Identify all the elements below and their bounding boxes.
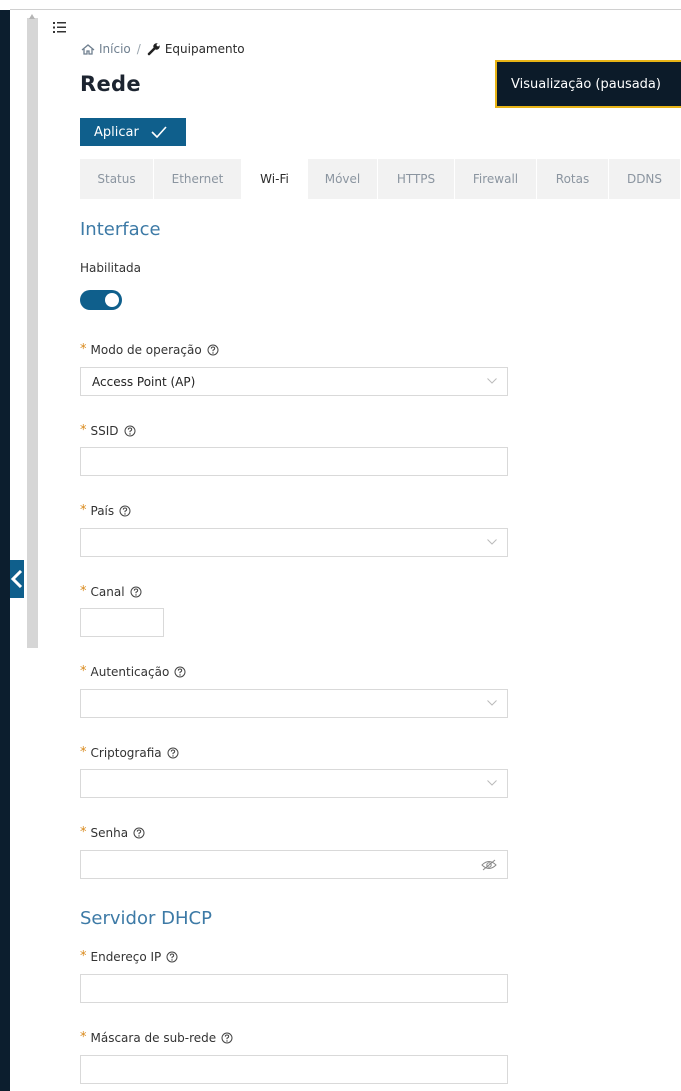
password-label-text: Senha [90,825,129,840]
mask-label: * Máscara de sub-rede [80,1030,233,1045]
help-icon[interactable] [221,1032,233,1044]
mode-select-value: Access Point (AP) [92,374,196,389]
required-marker: * [80,664,87,679]
tab-https[interactable]: HTTPS [378,159,455,199]
country-label-text: País [90,503,115,518]
auth-label: * Autenticação [80,664,186,679]
channel-label-text: Canal [90,584,125,599]
tab-label: Status [97,172,136,186]
required-marker: * [80,503,87,518]
password-label: * Senha [80,825,145,840]
ssid-label: * SSID [80,423,136,438]
chevron-left-icon [11,570,23,588]
preview-status-banner: Visualização (pausada) [495,60,681,108]
breadcrumb: Início / Equipamento [81,42,245,56]
chevron-down-icon [487,780,497,786]
help-icon[interactable] [174,666,186,678]
country-select[interactable] [80,528,508,557]
help-icon[interactable] [166,951,178,963]
apply-button-label: Aplicar [94,124,139,140]
tab-status[interactable]: Status [80,159,154,199]
chevron-down-icon [487,378,497,384]
preview-status-text: Visualização (pausada) [511,76,661,92]
country-label: * País [80,503,131,518]
wrench-icon [147,43,160,56]
enabled-toggle[interactable] [80,290,122,310]
tab-label: Ethernet [171,172,224,186]
tab-label: Móvel [324,172,361,186]
ip-label-text: Endereço IP [90,949,162,964]
tab-rotas[interactable]: Rotas [537,159,609,199]
check-icon [151,126,167,138]
crypto-select[interactable] [80,769,508,798]
crypto-label: * Criptografia [80,745,179,760]
chevron-down-icon [487,539,497,545]
required-marker: * [80,949,87,964]
ip-input[interactable] [80,974,508,1003]
required-marker: * [80,584,87,599]
tab-label: DDNS [626,172,663,186]
enabled-label: Habilitada [80,261,142,275]
section-dhcp-title: Servidor DHCP [80,908,212,929]
required-marker: * [80,342,87,357]
crypto-label-text: Criptografia [90,745,162,760]
help-icon[interactable] [119,505,131,517]
tab-label: Wi-Fi [260,172,289,186]
help-icon[interactable] [124,425,136,437]
menu-icon[interactable] [53,22,66,33]
channel-input[interactable] [80,608,164,637]
required-marker: * [80,423,87,438]
mask-label-text: Máscara de sub-rede [90,1030,217,1045]
auth-label-text: Autenticação [90,664,170,679]
top-divider [10,9,681,10]
help-icon[interactable] [130,586,142,598]
tab-movel[interactable]: Móvel [308,159,378,199]
ip-label: * Endereço IP [80,949,178,964]
required-marker: * [80,825,87,840]
tab-firewall[interactable]: Firewall [455,159,537,199]
eye-off-icon[interactable] [481,859,497,871]
page-title: Rede [80,72,141,96]
help-icon[interactable] [167,747,179,759]
tab-ethernet[interactable]: Ethernet [154,159,242,199]
sidebar-edge-top [0,0,10,10]
tab-label: Rotas [555,172,590,186]
ssid-input[interactable] [80,447,508,476]
breadcrumb-separator: / [136,42,141,56]
mode-label: * Modo de operação [80,342,219,357]
tab-label: Firewall [472,172,519,186]
help-icon[interactable] [207,344,219,356]
breadcrumb-home-link[interactable]: Início [99,42,131,56]
mask-input[interactable] [80,1055,508,1084]
tab-wifi[interactable]: Wi-Fi [242,159,308,199]
help-icon[interactable] [133,827,145,839]
mode-label-text: Modo de operação [90,342,202,357]
breadcrumb-current: Equipamento [164,42,245,56]
required-marker: * [80,745,87,760]
scrollbar[interactable] [27,18,38,648]
password-input[interactable] [80,850,508,879]
apply-button[interactable]: Aplicar [80,118,186,146]
scroll-up-arrow[interactable] [29,14,35,19]
auth-select[interactable] [80,689,508,718]
ssid-label-text: SSID [90,423,119,438]
sidebar-collapse-button[interactable] [10,560,24,598]
required-marker: * [80,1030,87,1045]
tab-label: HTTPS [396,172,436,186]
channel-label: * Canal [80,584,142,599]
tab-bar: Status Ethernet Wi-Fi Móvel HTTPS Firewa… [80,159,681,199]
home-icon [81,43,95,55]
tab-ddns[interactable]: DDNS [609,159,681,199]
section-interface-title: Interface [80,219,161,240]
chevron-down-icon [487,700,497,706]
toggle-knob [105,293,119,307]
mode-select[interactable]: Access Point (AP) [80,367,508,396]
sidebar-edge [0,10,10,1091]
